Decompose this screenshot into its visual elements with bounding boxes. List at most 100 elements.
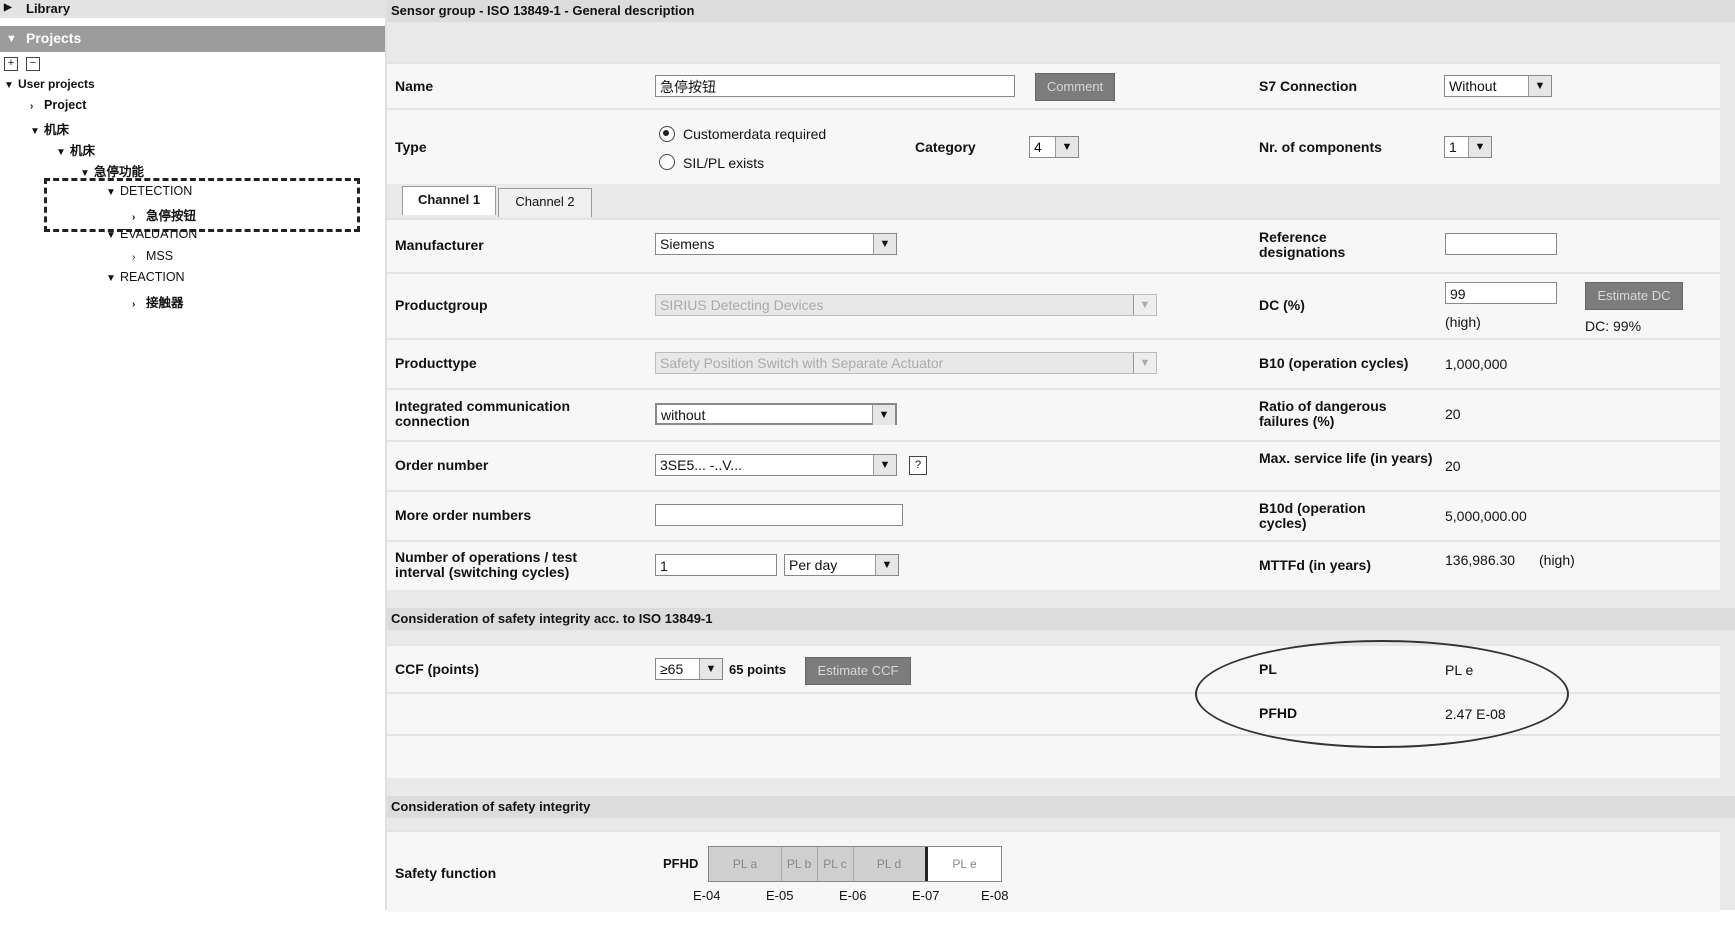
comm-label: Integrated communication connection xyxy=(395,398,571,429)
productgroup-select[interactable]: SIRIUS Detecting Devices ▼ xyxy=(655,294,1157,316)
productgroup-label: Productgroup xyxy=(395,297,488,313)
ccf-points-text: 65 points xyxy=(729,662,787,677)
chevron-down-icon[interactable]: ▼ xyxy=(699,659,722,679)
type-label: Type xyxy=(395,139,427,155)
dc-input[interactable]: 99 xyxy=(1445,282,1557,304)
chevron-down-icon[interactable]: ▼ xyxy=(873,455,896,475)
chevron-down-icon[interactable]: ▼ xyxy=(1468,137,1491,157)
highlight-dashed-box xyxy=(44,178,360,232)
operations-input[interactable]: 1 xyxy=(655,554,777,576)
components-select[interactable]: 1 ▼ xyxy=(1444,136,1492,158)
manufacturer-select[interactable]: Siemens ▼ xyxy=(655,233,897,255)
chevron-down-icon[interactable]: ▼ xyxy=(1528,76,1551,96)
row-operations: Number of operations / test interval (sw… xyxy=(387,540,1720,590)
tree-node-contactor[interactable]: › 接触器 xyxy=(132,292,184,311)
mttfd-high-text: (high) xyxy=(1539,552,1575,568)
row-safety-function: Safety function PFHD xyxy=(387,830,1720,912)
tick-e-04: E-04 xyxy=(693,888,721,903)
comm-select[interactable]: without ▼ xyxy=(655,403,897,425)
expand-arrow-icon[interactable]: ▶ xyxy=(4,2,12,13)
tree-node-mss[interactable]: › MSS xyxy=(132,249,173,263)
components-label: Nr. of components xyxy=(1259,139,1382,155)
project-tree-panel: ▶ Library ▼ Projects + − ▼ User projects … xyxy=(0,0,387,910)
tree-node-label: Project xyxy=(44,98,87,112)
ratio-dangerous-value: 20 xyxy=(1445,406,1461,422)
select-value: without xyxy=(661,407,706,423)
operations-label: Number of operations / test interval (sw… xyxy=(395,549,578,580)
estimate-ccf-button[interactable]: Estimate CCF xyxy=(805,657,911,685)
projects-header[interactable]: ▼ Projects xyxy=(0,26,385,52)
mttfd-label: MTTFd (in years) xyxy=(1259,557,1372,573)
row-type: Type Customerdata required SIL/PL exists… xyxy=(387,108,1720,184)
tree-node-machine[interactable]: ▼ 机床 xyxy=(30,119,69,138)
row-productgroup: Productgroup SIRIUS Detecting Devices ▼ D… xyxy=(387,272,1720,338)
chevron-down-icon[interactable]: ▼ xyxy=(1055,137,1078,157)
safety-function-label: Safety function xyxy=(395,865,497,881)
section-header-safety-iso: Consideration of safety integrity acc. t… xyxy=(387,608,1735,630)
library-header[interactable]: ▶ Library xyxy=(0,0,385,18)
row-comm: Integrated communication connection with… xyxy=(387,388,1720,440)
name-input[interactable]: 急停按钮 xyxy=(655,75,1015,97)
reference-designations-input[interactable] xyxy=(1445,233,1557,255)
tab-channel-1[interactable]: Channel 1 xyxy=(402,186,496,215)
tree-node-label: MSS xyxy=(146,249,174,263)
tree-node-user-projects[interactable]: ▼ User projects xyxy=(4,77,95,91)
chevron-right-icon[interactable]: › xyxy=(132,299,146,310)
section-header-safety: Consideration of safety integrity xyxy=(387,796,1735,818)
section-title: Consideration of safety integrity xyxy=(391,799,591,814)
tree-node-label: 接触器 xyxy=(146,296,184,310)
producttype-select[interactable]: Safety Position Switch with Separate Act… xyxy=(655,352,1157,374)
triangle-down-icon[interactable]: ▼ xyxy=(4,80,18,91)
reference-designations-label: Reference designations xyxy=(1259,229,1346,260)
chevron-right-icon[interactable]: › xyxy=(30,101,44,112)
row-producttype: Producttype Safety Position Switch with … xyxy=(387,338,1720,388)
more-order-input[interactable] xyxy=(655,504,903,526)
chevron-down-icon[interactable]: ▼ xyxy=(873,234,896,254)
order-number-select[interactable]: 3SE5... -..V... ▼ xyxy=(655,454,897,476)
comment-button[interactable]: Comment xyxy=(1035,73,1115,101)
section-header-general: Sensor group - ISO 13849-1 - General des… xyxy=(387,0,1735,22)
service-life-value: 20 xyxy=(1445,458,1461,474)
dc-result-text: DC: 99% xyxy=(1585,318,1642,334)
tick-e-07: E-07 xyxy=(912,888,940,903)
chevron-right-icon[interactable]: › xyxy=(132,252,146,263)
help-icon[interactable]: ? xyxy=(909,456,927,475)
ratio-dangerous-label: Ratio of dangerous failures (%) xyxy=(1259,398,1387,429)
ccf-select[interactable]: ≥65 ▼ xyxy=(655,658,723,680)
select-value: SIRIUS Detecting Devices xyxy=(660,297,824,313)
select-value: Per day xyxy=(789,557,838,573)
row-manufacturer: Manufacturer Siemens ▼ Reference designat… xyxy=(387,218,1720,272)
radio-silpl[interactable] xyxy=(659,154,675,170)
triangle-down-icon[interactable]: ▼ xyxy=(56,147,70,158)
operations-unit-select[interactable]: Per day ▼ xyxy=(784,554,899,576)
collapse-all-button[interactable]: − xyxy=(26,57,40,71)
chevron-down-icon[interactable]: ▼ xyxy=(1133,295,1156,315)
tree-node-label: REACTION xyxy=(120,270,185,284)
s7-connection-select[interactable]: Without ▼ xyxy=(1444,75,1552,97)
segment-pl-e: PL e xyxy=(928,847,1001,881)
tick-e-06: E-06 xyxy=(839,888,867,903)
triangle-down-icon[interactable]: ▼ xyxy=(30,126,44,137)
select-value: 1 xyxy=(1449,139,1457,155)
radio-customerdata[interactable] xyxy=(659,126,675,142)
chevron-down-icon[interactable]: ▼ xyxy=(875,555,898,575)
radio-customerdata-label: Customerdata required xyxy=(683,126,827,142)
row-name: Name 急停按钮 Comment S7 Connection Without ▼ xyxy=(387,62,1720,108)
b10-label: B10 (operation cycles) xyxy=(1259,355,1409,371)
expand-all-button[interactable]: + xyxy=(4,57,18,71)
chevron-down-icon[interactable]: ▼ xyxy=(872,405,895,425)
select-value: 3SE5... -..V... xyxy=(660,457,742,473)
projects-label: Projects xyxy=(26,30,82,46)
estimate-dc-button[interactable]: Estimate DC xyxy=(1585,282,1683,310)
tree-node-machine-sub[interactable]: ▼ 机床 xyxy=(56,140,95,159)
segment-pl-d: PL d xyxy=(853,847,926,881)
tab-channel-2[interactable]: Channel 2 xyxy=(498,188,592,217)
producttype-label: Producttype xyxy=(395,355,477,371)
triangle-down-icon[interactable]: ▼ xyxy=(106,273,120,284)
tree-node-reaction[interactable]: ▼ REACTION xyxy=(106,270,185,284)
chevron-down-icon[interactable]: ▼ xyxy=(1133,353,1156,373)
tree-node-project[interactable]: › Project xyxy=(30,98,86,112)
collapse-arrow-icon[interactable]: ▼ xyxy=(6,33,17,45)
segment-pl-a: PL a xyxy=(709,847,782,881)
category-select[interactable]: 4 ▼ xyxy=(1029,136,1079,158)
